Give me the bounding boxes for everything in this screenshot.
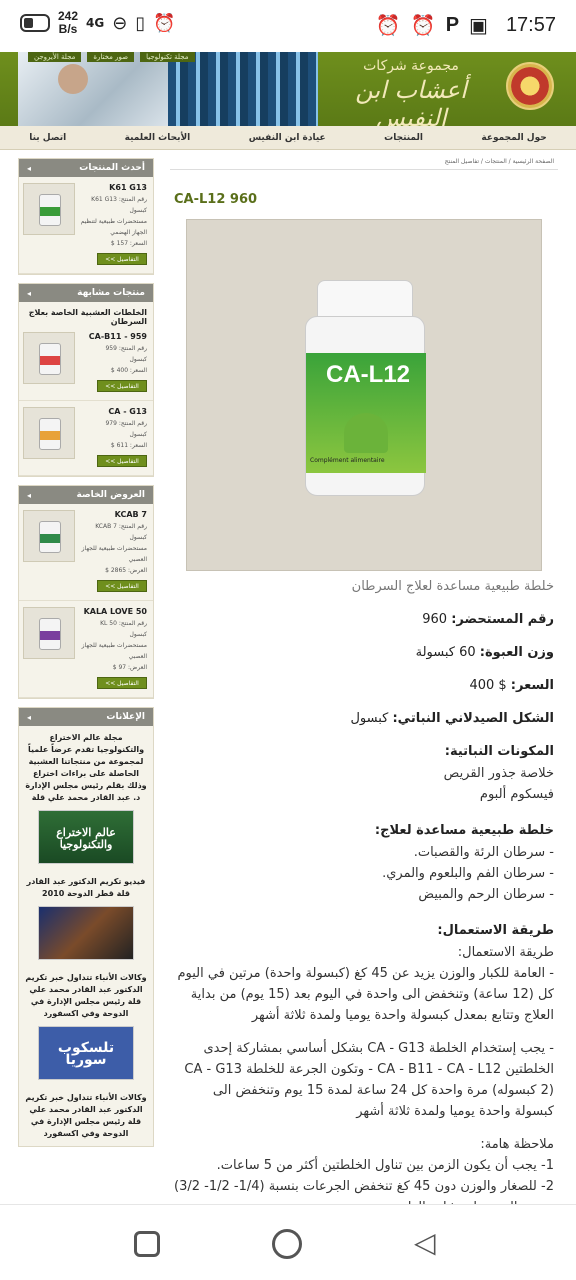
product-name[interactable]: K61 G13 xyxy=(79,183,147,192)
ads-box: الإعلانات ◂ مجلة عالم الاختراع والتكنولوج… xyxy=(18,707,154,1147)
header-link[interactable]: مجلة تكنولوجيا xyxy=(140,52,195,62)
product-name[interactable]: CA - G13 xyxy=(79,407,147,416)
product-image[interactable]: CA-L12 Complément alimentaire xyxy=(186,219,542,571)
ad-item[interactable]: فيديو تكريم الدكتور عبد القادر قلة قطر ا… xyxy=(19,870,153,966)
sidebar: أحدث المنتجات ◂ K61 G13 رقم المنتج: K61 G… xyxy=(18,158,154,1155)
ad-item[interactable]: وكالات الأنباء تتداول خبر تكريم الدكتور … xyxy=(19,1086,153,1146)
product-item: K61 G13 رقم المنتج: K61 G13 كبسول مستحضر… xyxy=(19,177,153,274)
test-tubes-photo xyxy=(168,52,318,126)
ad-video-image[interactable] xyxy=(38,906,134,960)
latest-products-heading: أحدث المنتجات ◂ xyxy=(19,159,153,177)
clock: 17:57 xyxy=(505,13,556,36)
nav-clinic[interactable]: عيادة ابن النفيس xyxy=(249,133,326,143)
arrow-icon: ◂ xyxy=(27,163,32,173)
battery-icon xyxy=(20,14,50,32)
main-nav: حول المجموعة المنتجات عيادة ابن النفيس ا… xyxy=(0,126,576,150)
header-link[interactable]: صور مختارة xyxy=(87,52,135,62)
similar-products-heading: منتجات مشابهة ◂ xyxy=(19,284,153,302)
details-button[interactable]: التفاصيل >> xyxy=(97,580,147,592)
product-weight: وزن العبوة: 60 كبسولة xyxy=(415,645,554,660)
method-section: طريقة الاستعمال: طريقة الاستعمال: - العا… xyxy=(173,923,554,1215)
special-offers-heading: العروض الخاصة ◂ xyxy=(19,486,153,504)
back-button[interactable]: ◁ xyxy=(414,1229,436,1257)
product-thumbnail[interactable] xyxy=(23,407,75,459)
product-thumbnail[interactable] xyxy=(23,183,75,235)
product-item: KALA LOVE 50 رقم المنتج: KL 50 كبسول مست… xyxy=(19,601,153,698)
product-thumbnail[interactable] xyxy=(23,607,75,659)
product-name[interactable]: CA-B11 - 959 xyxy=(79,332,147,341)
product-title: CA-L12 960 xyxy=(174,192,258,207)
special-offers-box: العروض الخاصة ◂ KCAB 7 رقم المنتج: KCAB 7… xyxy=(18,485,154,699)
alarm-icon: ⏰ xyxy=(153,12,176,34)
details-button[interactable]: التفاصيل >> xyxy=(97,380,147,392)
details-button[interactable]: التفاصيل >> xyxy=(97,455,147,467)
status-bar: 242 B/s 4G ⊖ ▯ ⏰ ⏰ ⏰ P ▣ 17:57 xyxy=(0,0,576,52)
ad-item[interactable]: وكالات الأنباء تتداول خبر تكريم الدكتور … xyxy=(19,966,153,1086)
system-nav-bar: ◁ xyxy=(0,1204,576,1280)
ingredients-section: المكونات النباتية: خلاصة جذور القريص فيس… xyxy=(443,744,554,802)
arrow-icon: ◂ xyxy=(27,712,32,722)
product-name[interactable]: KCAB 7 xyxy=(79,510,147,519)
product-price: السعر: 400 $ xyxy=(469,678,554,693)
product-caption: خلطة طبيعية مساعدة لعلاج السرطان xyxy=(351,579,554,594)
product-item: CA-B11 - 959 رقم المنتج: 959 كبسول السعر… xyxy=(19,326,153,401)
breadcrumb[interactable]: الصفحة الرئيسية / المنتجات / تفاصيل المن… xyxy=(170,150,558,170)
alarm-icon-2: ⏰ xyxy=(375,13,401,37)
nav-products[interactable]: المنتجات xyxy=(384,133,423,143)
nav-contact[interactable]: اتصل بنا xyxy=(29,133,66,143)
product-name[interactable]: KALA LOVE 50 xyxy=(79,607,147,616)
emblem-logo[interactable] xyxy=(506,62,554,110)
nav-research[interactable]: الأبحاث العلمية xyxy=(125,133,191,143)
header-top-links: مجلة الأيروجن صور مختارة مجلة تكنولوجيا xyxy=(28,52,195,62)
latest-products-box: أحدث المنتجات ◂ K61 G13 رقم المنتج: K61 G… xyxy=(18,158,154,275)
product-details: الصفحة الرئيسية / المنتجات / تفاصيل المن… xyxy=(170,150,558,1218)
alarm-icon-3: ⏰ xyxy=(410,13,436,37)
recent-apps-button[interactable] xyxy=(134,1231,160,1257)
header-banner xyxy=(18,52,318,126)
dnd-icon: ⊖ xyxy=(112,12,128,34)
header-link[interactable]: مجلة الأيروجن xyxy=(28,52,82,62)
product-form: الشكل الصيدلاني النباتي: كبسول xyxy=(350,711,554,726)
product-thumbnail[interactable] xyxy=(23,332,75,384)
product-item: KCAB 7 رقم المنتج: KCAB 7 كبسول مستحضرات… xyxy=(19,504,153,601)
product-thumbnail[interactable] xyxy=(23,510,75,562)
category-title[interactable]: الخلطات العشبية الخاصة بعلاج السرطان xyxy=(19,302,153,326)
network-speed: 242 B/s xyxy=(58,9,79,36)
nav-about[interactable]: حول المجموعة xyxy=(481,133,546,143)
arrow-icon: ◂ xyxy=(27,490,32,500)
parking-icon: P xyxy=(445,13,460,36)
site-logo-text[interactable]: مجموعة شركات أعشاب ابن النفيس xyxy=(326,58,496,126)
lab-photo xyxy=(18,52,168,126)
product-code: رقم المستحضر: 960 xyxy=(422,612,554,627)
image-icon: ▣ xyxy=(469,13,488,37)
arrow-icon: ◂ xyxy=(27,288,32,298)
details-button[interactable]: التفاصيل >> xyxy=(97,253,147,265)
details-button[interactable]: التفاصيل >> xyxy=(97,677,147,689)
heart-leaf-icon xyxy=(344,413,388,453)
product-item: CA - G13 رقم المنتج: 979 كبسول السعر: 61… xyxy=(19,401,153,476)
ads-heading: الإعلانات ◂ xyxy=(19,708,153,726)
bottle-label-text: CA-L12 xyxy=(326,361,411,388)
vibrate-icon: ▯ xyxy=(135,12,146,34)
bottle-image: CA-L12 Complément alimentaire xyxy=(305,280,426,500)
uses-section: خلطة طبيعية مساعدة لعلاج: - سرطان الرئة … xyxy=(374,823,554,902)
ad-telescope-image[interactable]: تلسكوب سوريا xyxy=(38,1026,134,1080)
ad-magazine-image[interactable]: عالم الاختراع والتكنولوجيا xyxy=(38,810,134,864)
site-header: مجلة الأيروجن صور مختارة مجلة تكنولوجيا … xyxy=(0,52,576,126)
signal-icon: 4G xyxy=(86,16,105,30)
similar-products-box: منتجات مشابهة ◂ الخلطات العشبية الخاصة بع… xyxy=(18,283,154,477)
home-button[interactable] xyxy=(272,1229,302,1259)
ad-item[interactable]: مجلة عالم الاختراع والتكنولوجيا تقدم عرض… xyxy=(19,726,153,870)
